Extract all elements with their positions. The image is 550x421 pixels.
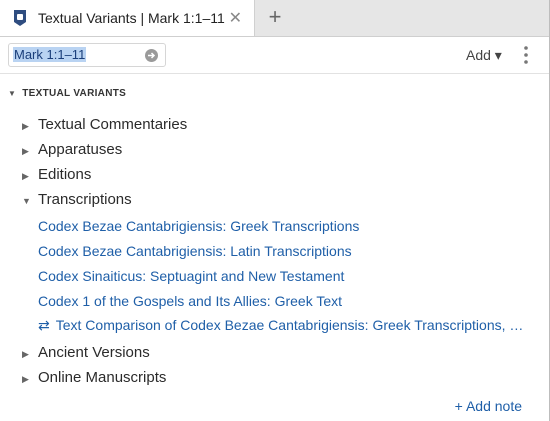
caret-right-icon: ▶: [22, 349, 29, 359]
caret-right-icon: ▶: [22, 121, 29, 131]
category-textual-commentaries[interactable]: ▶ Textual Commentaries: [22, 116, 187, 133]
tab-textual-variants[interactable]: Textual Variants | Mark 1:1–11 ✕: [0, 0, 255, 36]
category-ancient-versions[interactable]: ▶ Ancient Versions: [22, 344, 150, 361]
add-note-button[interactable]: + Add note: [455, 398, 522, 414]
category-label: Textual Commentaries: [38, 116, 188, 133]
category-label: Online Manuscripts: [38, 369, 167, 386]
shield-book-icon: [12, 9, 28, 27]
category-online-manuscripts[interactable]: ▶ Online Manuscripts: [22, 369, 166, 386]
category-apparatuses[interactable]: ▶ Apparatuses: [22, 141, 122, 158]
category-label: Ancient Versions: [38, 344, 150, 361]
reference-input[interactable]: Mark 1:1–11: [8, 43, 166, 67]
toolbar: Mark 1:1–11 Add ▾: [0, 37, 550, 74]
caret-down-icon: ▼: [8, 89, 17, 98]
resource-link[interactable]: Codex Bezae Cantabrigiensis: Latin Trans…: [38, 243, 352, 259]
close-icon[interactable]: ✕: [229, 8, 242, 28]
caret-down-icon: ▼: [22, 196, 31, 206]
text-comparison-label: Text Comparison of Codex Bezae Cantabrig…: [55, 317, 528, 333]
caret-right-icon: ▶: [22, 171, 29, 181]
category-label: Editions: [38, 166, 92, 183]
resource-link[interactable]: Codex Bezae Cantabrigiensis: Greek Trans…: [38, 218, 359, 234]
tab-bar: Textual Variants | Mark 1:1–11 ✕ +: [0, 0, 550, 37]
section-header-textual-variants[interactable]: ▼ TEXTUAL VARIANTS: [8, 88, 126, 99]
add-menu-button[interactable]: Add ▾: [466, 47, 502, 64]
resource-link[interactable]: Codex 1 of the Gospels and Its Allies: G…: [38, 293, 342, 309]
kebab-menu-icon[interactable]: [522, 45, 530, 65]
arrow-right-circle-icon[interactable]: [145, 49, 158, 62]
swap-arrows-icon: ⇄: [38, 317, 50, 333]
category-label: Transcriptions: [38, 191, 132, 208]
resource-link[interactable]: Codex Sinaiticus: Septuagint and New Tes…: [38, 268, 344, 284]
new-tab-button[interactable]: +: [262, 4, 288, 30]
caret-right-icon: ▶: [22, 374, 29, 384]
text-comparison-link[interactable]: ⇄ Text Comparison of Codex Bezae Cantabri…: [38, 317, 528, 334]
category-transcriptions[interactable]: ▼ Transcriptions: [22, 191, 132, 208]
section-title: TEXTUAL VARIANTS: [22, 88, 127, 99]
category-label: Apparatuses: [38, 141, 123, 158]
reference-value[interactable]: Mark 1:1–11: [13, 47, 87, 62]
caret-right-icon: ▶: [22, 146, 29, 156]
tab-title: Textual Variants | Mark 1:1–11: [38, 10, 225, 26]
category-editions[interactable]: ▶ Editions: [22, 166, 91, 183]
